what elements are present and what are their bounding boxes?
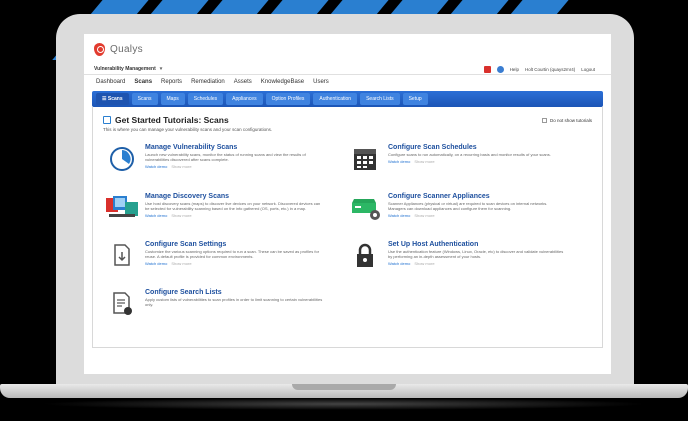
watch-demo-link[interactable]: Watch demo: [145, 261, 167, 266]
tab-schedules[interactable]: Schedules: [187, 93, 224, 105]
tutorial-grid: Manage Vulnerability Scans Launch new vu…: [103, 132, 592, 332]
scanner-appliance-icon: [348, 193, 382, 223]
module-bar: Vulnerability Management ▾ Help Holt Cour…: [84, 64, 611, 75]
nav-remediation[interactable]: Remediation: [191, 79, 225, 85]
card-desc: Use the authentication feature (Windows,…: [388, 249, 564, 259]
card-title[interactable]: Manage Vulnerability Scans: [145, 144, 323, 151]
hide-tutorials-checkbox[interactable]: [541, 117, 547, 123]
laptop-notch: [292, 384, 396, 390]
header: Qualys: [84, 34, 611, 64]
card-desc: Customize the various scanning options r…: [145, 249, 320, 259]
tab-search-lists[interactable]: Search Lists: [360, 93, 400, 105]
tab-appliances[interactable]: Appliances: [226, 93, 263, 105]
nav-assets[interactable]: Assets: [234, 79, 252, 85]
show-more-link[interactable]: Show more: [414, 159, 434, 164]
show-more-link[interactable]: Show more: [171, 213, 191, 218]
calendar-icon: [348, 144, 382, 174]
card-title[interactable]: Configure Scan Settings: [145, 241, 323, 248]
card-desc: Configure scans to run automatically, on…: [388, 152, 551, 157]
tutorial-icon: [103, 116, 111, 124]
app-window: Qualys Vulnerability Management ▾ Help Ho…: [84, 34, 611, 374]
show-more-link[interactable]: Show more: [414, 213, 434, 218]
tab-scans-home[interactable]: ☰ Scans: [96, 93, 129, 105]
watch-demo-link[interactable]: Watch demo: [388, 213, 410, 218]
tab-option-profiles[interactable]: Option Profiles: [265, 93, 311, 105]
card-desc: Use host discovery scans (maps) to disco…: [145, 201, 321, 211]
card-desc: Scanner Appliances (physical or virtual)…: [388, 201, 548, 211]
tab-authentication[interactable]: Authentication: [313, 93, 358, 105]
panel-title: Get Started Tutorials: Scans: [115, 115, 229, 125]
tutorial-card: Manage Vulnerability Scans Launch new vu…: [105, 144, 325, 188]
show-more-link[interactable]: Show more: [171, 261, 191, 266]
main-nav: Dashboard Scans Reports Remediation Asse…: [84, 75, 611, 89]
laptop-scene: Qualys Vulnerability Management ▾ Help Ho…: [0, 0, 688, 421]
card-title[interactable]: Configure Scanner Appliances: [388, 193, 566, 200]
watch-demo-link[interactable]: Watch demo: [145, 213, 167, 218]
tab-setup[interactable]: Setup: [402, 93, 428, 105]
search-list-icon: [105, 289, 139, 319]
logout-link[interactable]: Logout: [581, 67, 595, 72]
tab-strip: ☰ Scans Scans Maps Schedules Appliances …: [92, 91, 603, 107]
card-title[interactable]: Configure Search Lists: [145, 289, 323, 296]
watch-demo-link[interactable]: Watch demo: [145, 164, 167, 169]
nav-users[interactable]: Users: [313, 79, 329, 85]
scan-gauge-icon: [105, 144, 139, 174]
hide-tutorials-label: Do not show tutorials: [549, 117, 592, 123]
nav-scans[interactable]: Scans: [134, 79, 152, 85]
mail-icon[interactable]: [483, 65, 491, 73]
nav-knowledgebase[interactable]: KnowledgeBase: [261, 79, 304, 85]
qualys-logo-icon: [94, 42, 105, 56]
tutorial-card: Configure Scan Schedules Configure scans…: [348, 144, 568, 188]
card-desc: Apply custom lists of vulnerabilities to…: [145, 297, 323, 307]
user-menu[interactable]: Holt Courtin (quays2mr4): [525, 67, 575, 72]
nav-dashboard[interactable]: Dashboard: [96, 79, 125, 85]
card-title[interactable]: Manage Discovery Scans: [145, 193, 323, 200]
lock-icon: [348, 241, 382, 271]
tab-scans[interactable]: Scans: [131, 93, 158, 105]
nav-reports[interactable]: Reports: [161, 79, 182, 85]
network-devices-icon: [105, 193, 139, 223]
document-download-icon: [105, 241, 139, 271]
tutorial-card: Configure Scan Settings Customize the va…: [105, 241, 325, 285]
card-title[interactable]: Configure Scan Schedules: [388, 144, 566, 151]
tutorial-card: Set Up Host Authentication Use the authe…: [348, 241, 568, 285]
tutorial-card: Configure Scanner Appliances Scanner App…: [348, 193, 568, 237]
laptop-shadow: [40, 398, 648, 410]
watch-demo-link[interactable]: Watch demo: [388, 261, 410, 266]
chevron-down-icon: ▾: [159, 66, 163, 72]
watch-demo-link[interactable]: Watch demo: [388, 159, 410, 164]
tab-maps[interactable]: Maps: [160, 93, 185, 105]
help-link[interactable]: Help: [510, 67, 519, 72]
tutorials-panel: Get Started Tutorials: Scans Do not show…: [92, 107, 603, 348]
help-icon[interactable]: [496, 65, 504, 73]
card-desc: Launch new vulnerability scans, monitor …: [145, 152, 306, 162]
show-more-link[interactable]: Show more: [414, 261, 434, 266]
show-more-link[interactable]: Show more: [171, 164, 191, 169]
card-title[interactable]: Set Up Host Authentication: [388, 241, 566, 248]
logo-text: Qualys: [110, 43, 143, 55]
module-selector[interactable]: Vulnerability Management ▾: [94, 66, 162, 72]
tutorial-card: Configure Search Lists Apply custom list…: [105, 289, 325, 333]
tutorial-card: Manage Discovery Scans Use host discover…: [105, 193, 325, 237]
